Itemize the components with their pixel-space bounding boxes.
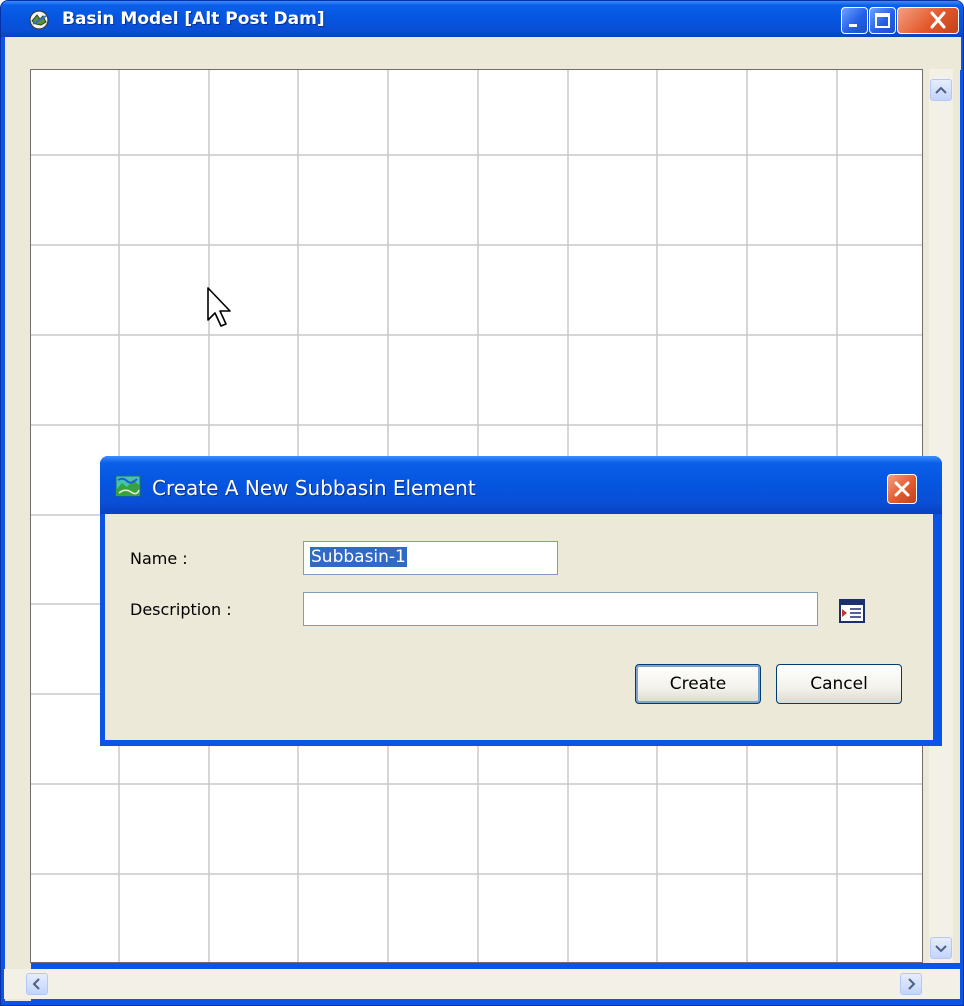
subbasin-icon	[115, 474, 141, 498]
maximize-button[interactable]	[869, 7, 896, 34]
client-top-margin	[5, 37, 961, 70]
mouse-pointer-icon	[207, 287, 231, 327]
create-subbasin-dialog: Create A New Subbasin Element Name : Sub…	[100, 456, 942, 746]
minimize-icon	[849, 24, 857, 27]
dialog-close-button[interactable]	[887, 474, 917, 504]
create-button[interactable]: Create	[635, 664, 761, 704]
description-editor-button[interactable]	[838, 597, 866, 625]
window-title-bar[interactable]: Basin Model [Alt Post Dam]	[1, 1, 963, 37]
chevron-left-icon	[32, 978, 40, 990]
basin-model-icon	[28, 10, 50, 30]
name-field[interactable]: Subbasin-1	[303, 541, 558, 575]
minimize-button[interactable]	[841, 7, 868, 34]
dialog-body: Name : Subbasin-1 Description : Create C…	[105, 514, 933, 740]
maximize-icon	[875, 13, 890, 28]
cancel-button[interactable]: Cancel	[776, 664, 902, 704]
chevron-down-icon	[935, 945, 947, 953]
horizontal-scrollbar[interactable]	[4, 969, 960, 999]
scroll-up-button[interactable]	[930, 79, 952, 101]
description-label: Description :	[130, 600, 232, 619]
chevron-up-icon	[935, 86, 947, 94]
name-label: Name :	[130, 549, 188, 568]
description-field[interactable]	[303, 592, 818, 626]
dialog-title: Create A New Subbasin Element	[152, 476, 476, 500]
dialog-title-bar[interactable]: Create A New Subbasin Element	[100, 456, 942, 514]
text-editor-icon	[839, 599, 865, 623]
client-left-margin	[5, 37, 31, 1001]
name-field-value: Subbasin-1	[310, 547, 407, 567]
close-icon	[894, 481, 910, 497]
scroll-down-button[interactable]	[930, 937, 952, 959]
close-button[interactable]	[897, 7, 959, 34]
scroll-right-button[interactable]	[900, 973, 922, 995]
chevron-right-icon	[908, 978, 916, 990]
scroll-left-button[interactable]	[26, 973, 48, 995]
window-title: Basin Model [Alt Post Dam]	[62, 9, 325, 29]
close-icon	[930, 11, 946, 29]
